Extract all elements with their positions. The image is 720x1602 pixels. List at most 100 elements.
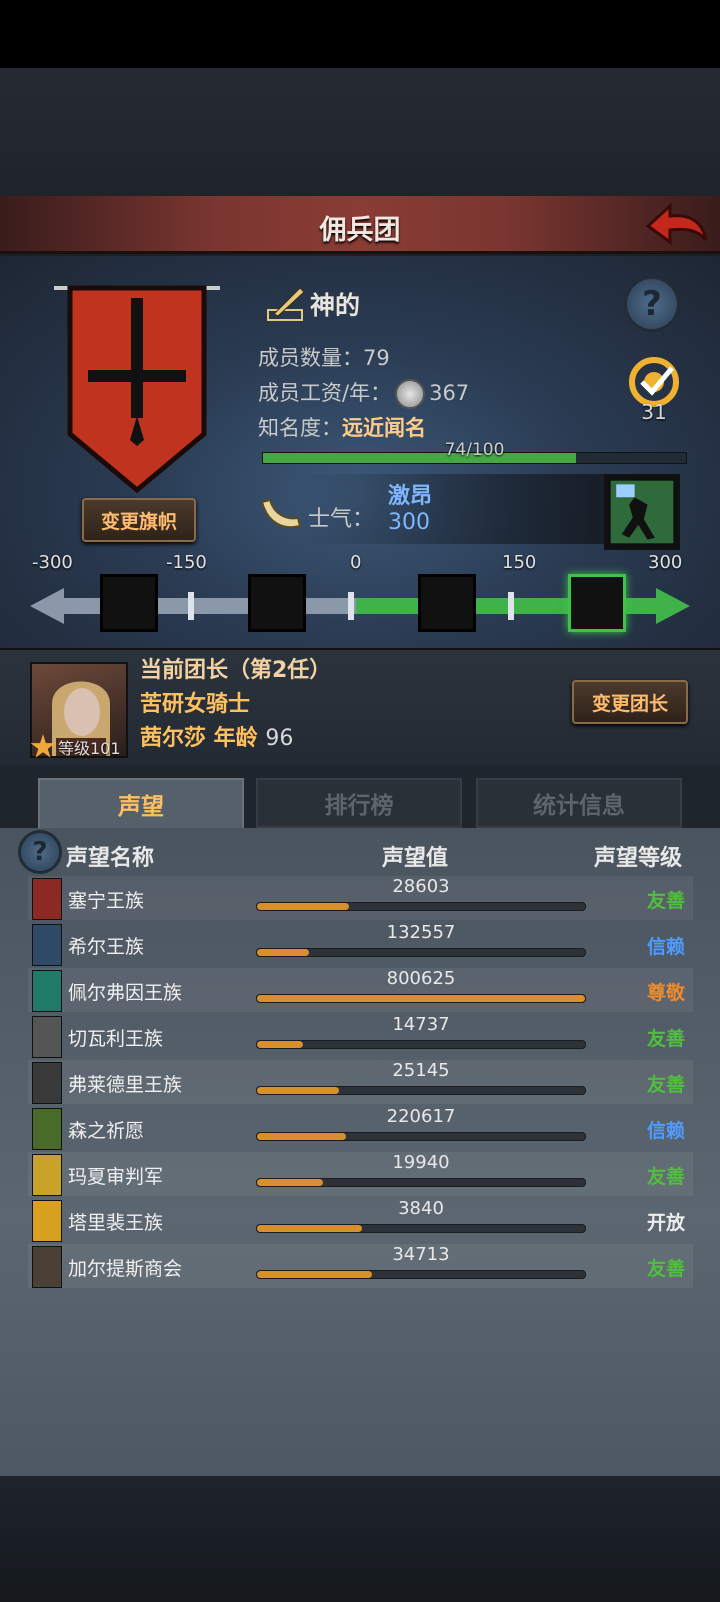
scale-label-neg300: -300 [32,552,73,573]
morale-state: 激昂 [388,484,433,509]
morale-inspired-icon [568,574,626,632]
faction-name: 加尔提斯商会 [68,1258,183,1280]
faction-progress-fill [257,1271,372,1278]
members-label: 成员数量： [258,346,363,370]
table-row[interactable]: 塞宁王族 28603 友善 [28,876,693,920]
question-icon: ? [32,837,48,867]
back-arrow-icon [645,202,708,245]
table-row[interactable]: 加尔提斯商会 34713 友善 [28,1244,693,1288]
faction-value: 14737 [392,1014,450,1035]
fame-label: 知名度： [258,416,342,440]
col-value: 声望值 [382,846,449,871]
charging-soldier-icon[interactable] [604,474,680,550]
faction-crest-icon [32,1246,62,1288]
reputation-list: ? 声望名称 声望值 声望等级 塞宁王族 28603 友善 希尔王族 132557 信赖佩… [0,828,720,1476]
faction-progress-fill [257,1087,339,1094]
faction-level: 信赖 [646,936,685,958]
morale-broken-icon [100,574,158,632]
change-leader-button[interactable]: 变更团长 [572,680,688,724]
faction-progress-fill [257,995,585,1002]
faction-progress-bar [256,1040,586,1049]
back-button[interactable] [644,200,710,250]
tab-reputation[interactable]: 声望 [38,778,244,828]
table-row[interactable]: 切瓦利王族 14737 友善 [28,1014,693,1058]
faction-value: 19940 [392,1152,450,1173]
company-help-button[interactable]: ? [624,276,680,332]
faction-progress-bar [256,1270,586,1279]
faction-progress-fill [257,1225,362,1232]
table-row[interactable]: 希尔王族 132557 信赖 [28,922,693,966]
faction-name: 玛夏审判军 [68,1166,164,1188]
faction-value: 28603 [392,876,450,897]
faction-progress-fill [257,1041,303,1048]
reputation-help-button[interactable]: ? [18,830,62,874]
change-banner-button[interactable]: 变更旗帜 [82,498,196,542]
faction-level: 友善 [646,1258,685,1280]
morale-despair-icon [248,574,306,632]
members-row: 成员数量：79 [258,342,390,372]
faction-level: 友善 [646,1028,685,1050]
faction-level: 开放 [646,1212,685,1234]
leader-name-label: 茜尔莎 年龄 [140,726,258,751]
table-row[interactable]: 弗莱德里王族 25145 友善 [28,1060,693,1104]
question-icon: ? [642,284,662,324]
title-bar: 佣兵团 [0,196,720,254]
page-title: 佣兵团 [319,215,401,246]
faction-level: 尊敬 [646,982,685,1004]
faction-progress-bar [256,1178,586,1187]
wage-value: 367 [429,381,470,405]
faction-crest-icon [32,1016,62,1058]
star-icon [30,734,56,758]
faction-progress-fill [257,949,310,956]
leader-age: 96 [265,726,294,751]
bottom-background [0,1476,720,1602]
faction-progress-fill [257,1133,346,1140]
tab-statistics[interactable]: 统计信息 [476,778,682,828]
members-value: 79 [363,346,390,370]
horn-icon [260,498,302,529]
faction-value: 220617 [386,1106,456,1127]
tab-ranking[interactable]: 排行榜 [256,778,462,828]
faction-crest-icon [32,1200,62,1242]
fame-progress-text: 74/100 [444,440,505,460]
tab-bar: 声望 排行榜 统计信息 [0,766,720,828]
faction-name: 森之祈愿 [68,1120,145,1142]
col-level: 声望等级 [594,846,683,871]
table-row[interactable]: 玛夏审判军 19940 友善 [28,1152,693,1196]
target-count: 31 [641,400,667,424]
fame-row: 知名度：远近闻名 [258,412,426,442]
col-name: 声望名称 [66,846,155,871]
faction-progress-bar [256,1086,586,1095]
faction-name: 弗莱德里王族 [68,1074,183,1096]
morale-value: 300 [388,510,430,535]
faction-progress-bar [256,948,586,957]
faction-crest-icon [32,1108,62,1150]
table-row[interactable]: 森之祈愿 220617 信赖 [28,1106,693,1150]
faction-progress-bar [256,1132,586,1141]
leader-level-badge: 等级101 [30,734,130,760]
faction-name: 切瓦利王族 [68,1028,164,1050]
faction-crest-icon [32,1062,62,1104]
leader-title: 当前团长（第2任） [140,658,332,683]
faction-level: 友善 [646,1166,685,1188]
faction-crest-icon [32,970,62,1012]
quill-icon[interactable] [266,284,306,324]
faction-progress-bar [256,1224,586,1233]
morale-label: 士气： [308,507,375,532]
scale-label-150: 150 [502,552,537,573]
faction-level: 友善 [646,1074,685,1096]
faction-value: 132557 [386,922,456,943]
leader-level: 等级101 [58,739,121,758]
company-panel: 变更旗帜 神的 ? 成员数量：79 成员工资/年： 367 知名度：远近闻名 74… [0,256,720,648]
faction-crest-icon [32,878,62,920]
faction-value: 34713 [392,1244,450,1265]
faction-name: 希尔王族 [68,936,145,958]
silver-coin-icon [395,379,426,409]
table-row[interactable]: 塔里裴王族 3840 开放 [28,1198,693,1242]
faction-name: 塔里裴王族 [68,1212,164,1234]
faction-level: 信赖 [646,1120,685,1142]
company-banner [54,285,220,494]
faction-name: 塞宁王族 [68,890,145,912]
faction-value: 25145 [392,1060,450,1081]
table-row[interactable]: 佩尔弗因王族 800625 尊敬 [28,968,693,1012]
